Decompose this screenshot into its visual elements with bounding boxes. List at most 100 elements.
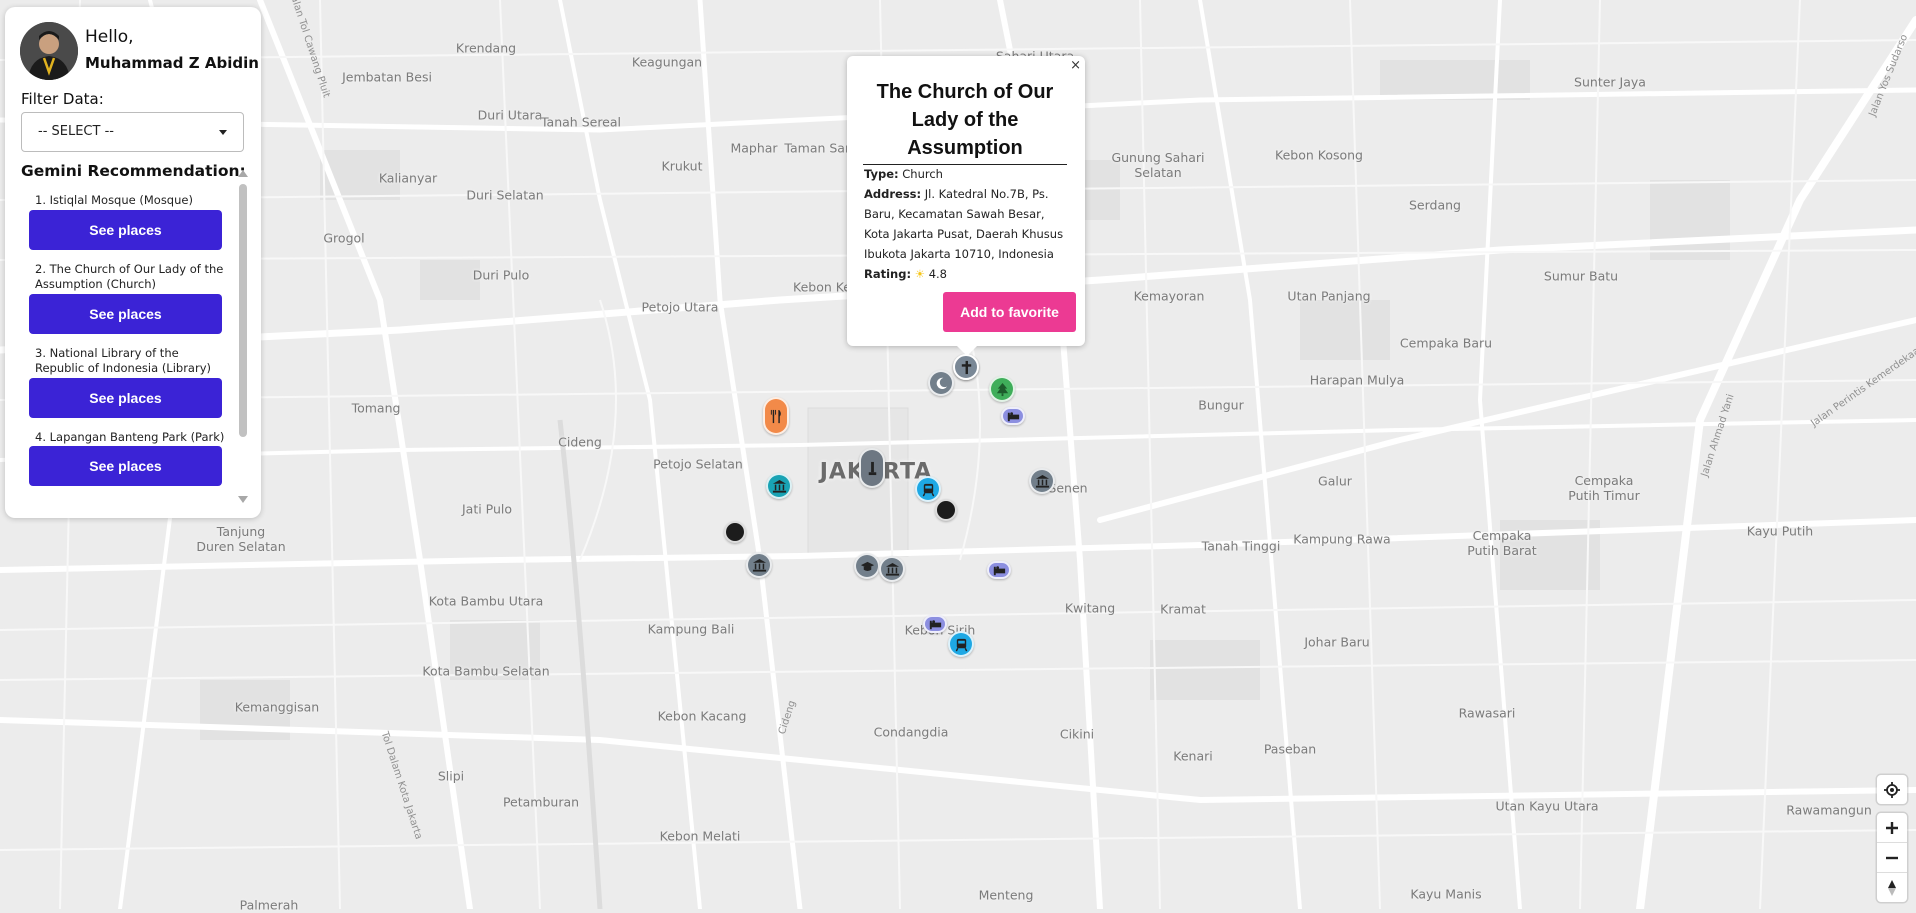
filter-select[interactable]: -- SELECT -- xyxy=(21,112,244,152)
place-label: Johar Baru xyxy=(1304,634,1370,650)
place-popup: × The Church of Our Lady of the Assumpti… xyxy=(847,56,1085,356)
place-label: Kramat xyxy=(1160,601,1206,617)
popup-title: The Church of Our Lady of the Assumption xyxy=(863,78,1067,165)
place-marker[interactable] xyxy=(935,499,957,521)
school-marker[interactable] xyxy=(854,553,880,579)
place-label: Kayu Putih xyxy=(1746,523,1814,539)
place-label: Kemanggisan xyxy=(234,699,320,715)
popup-details: Type: Church Address: Jl. Katedral No.7B… xyxy=(864,164,1072,284)
restaurant-marker[interactable] xyxy=(763,397,789,435)
place-label: Cempaka Putih Timur xyxy=(1568,473,1640,503)
place-label: Petojo Utara xyxy=(641,299,719,315)
navigation-control xyxy=(1877,813,1907,902)
church-marker[interactable] xyxy=(953,354,979,380)
scroll-up-arrow-icon[interactable] xyxy=(238,170,248,177)
place-marker[interactable] xyxy=(724,521,746,543)
filter-selected-value: -- SELECT -- xyxy=(38,124,114,139)
hotel-marker[interactable] xyxy=(987,561,1011,579)
place-label: Palmerah xyxy=(239,897,299,913)
place-label: Kebon Kosong xyxy=(1275,147,1363,163)
place-label: Menteng xyxy=(978,887,1034,903)
place-label: Kampung Rawa xyxy=(1293,531,1391,547)
compass-icon xyxy=(1888,879,1896,896)
place-label: Petamburan xyxy=(502,794,580,810)
place-label: Duri Selatan xyxy=(466,187,544,203)
recommendation-item: 3. National Library of the Republic of I… xyxy=(29,346,228,418)
caret-down-icon xyxy=(219,130,227,135)
tree-icon xyxy=(996,382,1008,396)
museum-icon xyxy=(885,562,899,576)
place-label: Maphar xyxy=(730,140,778,156)
see-places-button[interactable]: See places xyxy=(29,377,222,418)
type-label: Type: xyxy=(864,167,899,181)
train-marker[interactable] xyxy=(915,476,941,502)
place-label: Sumur Batu xyxy=(1543,268,1619,284)
hotel-marker[interactable] xyxy=(1001,407,1025,425)
place-label: Duri Pulo xyxy=(472,267,530,283)
place-label: Taman Sari xyxy=(784,140,854,156)
mosque-marker-istiqlal[interactable] xyxy=(928,370,954,396)
place-label: Cempaka Putih Barat xyxy=(1467,528,1537,558)
place-label: Sunter Jaya xyxy=(1574,74,1646,90)
place-label: Cikini xyxy=(1059,726,1095,742)
plus-icon xyxy=(1886,821,1898,834)
place-label: Cempaka Baru xyxy=(1399,335,1493,351)
add-to-favorite-button[interactable]: Add to favorite xyxy=(943,292,1076,332)
place-label: Harapan Mulya xyxy=(1309,372,1405,388)
place-label: Jati Pulo xyxy=(461,501,513,517)
popup-address-row: Address: Jl. Katedral No.7B, Ps. Baru, K… xyxy=(864,184,1072,264)
museum-marker[interactable] xyxy=(879,556,905,582)
monument-marker[interactable] xyxy=(859,448,885,488)
hotel-marker[interactable] xyxy=(923,615,947,633)
place-label: Condangdia xyxy=(873,724,949,740)
see-places-button[interactable]: See places xyxy=(29,293,222,334)
greeting-text: Hello, xyxy=(85,27,134,47)
close-icon[interactable]: × xyxy=(1070,58,1081,73)
museum-marker[interactable] xyxy=(746,552,772,578)
see-places-button[interactable]: See places xyxy=(29,446,222,486)
address-label: Address: xyxy=(864,187,922,201)
see-places-button[interactable]: See places xyxy=(29,209,222,250)
geolocate-button[interactable] xyxy=(1877,775,1907,804)
restaurant-icon xyxy=(770,409,781,423)
recommendation-item: 4. Lapangan Banteng Park (Park) See plac… xyxy=(29,429,228,486)
recommendation-item: 2. The Church of Our Lady of the Assumpt… xyxy=(29,262,228,334)
train-icon xyxy=(922,483,934,496)
zoom-out-button[interactable] xyxy=(1877,843,1907,872)
museum-marker[interactable] xyxy=(766,473,792,499)
locate-icon xyxy=(1884,781,1900,798)
museum-icon xyxy=(772,479,786,493)
place-label: Kampung Bali xyxy=(647,621,735,637)
popup-rating-row: Rating: ☀ 4.8 xyxy=(864,264,1072,284)
place-label: Kebon Ke xyxy=(792,279,852,295)
place-label: Kebon Kacang xyxy=(657,708,747,724)
place-label: Galur xyxy=(1318,473,1352,489)
place-label: Slipi xyxy=(437,768,465,784)
recommendation-label: 4. Lapangan Banteng Park (Park) xyxy=(35,429,225,444)
place-label: Kemayoran xyxy=(1133,288,1205,304)
recommendation-label: 1. Istiqlal Mosque (Mosque) xyxy=(35,193,193,207)
train-marker[interactable] xyxy=(948,631,974,657)
park-marker[interactable] xyxy=(989,376,1015,402)
recommendation-scrollbar[interactable] xyxy=(238,170,248,503)
place-label: Grogol xyxy=(323,230,365,246)
place-label: Tanah Tinggi xyxy=(1201,538,1281,554)
place-label: Petojo Selatan xyxy=(653,456,743,472)
place-label: Jembatan Besi xyxy=(342,69,432,85)
place-label: Kebon Melati xyxy=(659,828,741,844)
place-label: Kayu Manis xyxy=(1410,886,1482,902)
rating-value: 4.8 xyxy=(928,267,947,281)
crescent-icon xyxy=(936,377,947,389)
scroll-down-arrow-icon[interactable] xyxy=(238,496,248,503)
compass-button[interactable] xyxy=(1877,873,1907,902)
rating-label: Rating: xyxy=(864,267,912,281)
museum-marker[interactable] xyxy=(1029,468,1055,494)
place-label: Tomang xyxy=(351,400,401,416)
recommendation-list[interactable]: 1. Istiqlal Mosque (Mosque) See places 2… xyxy=(29,193,228,511)
place-label: Bungur xyxy=(1198,397,1244,413)
bed-icon xyxy=(993,565,1005,575)
zoom-in-button[interactable] xyxy=(1877,813,1907,842)
scrollbar-thumb[interactable] xyxy=(239,184,247,437)
type-value: Church xyxy=(902,167,943,181)
cross-icon xyxy=(961,360,971,374)
